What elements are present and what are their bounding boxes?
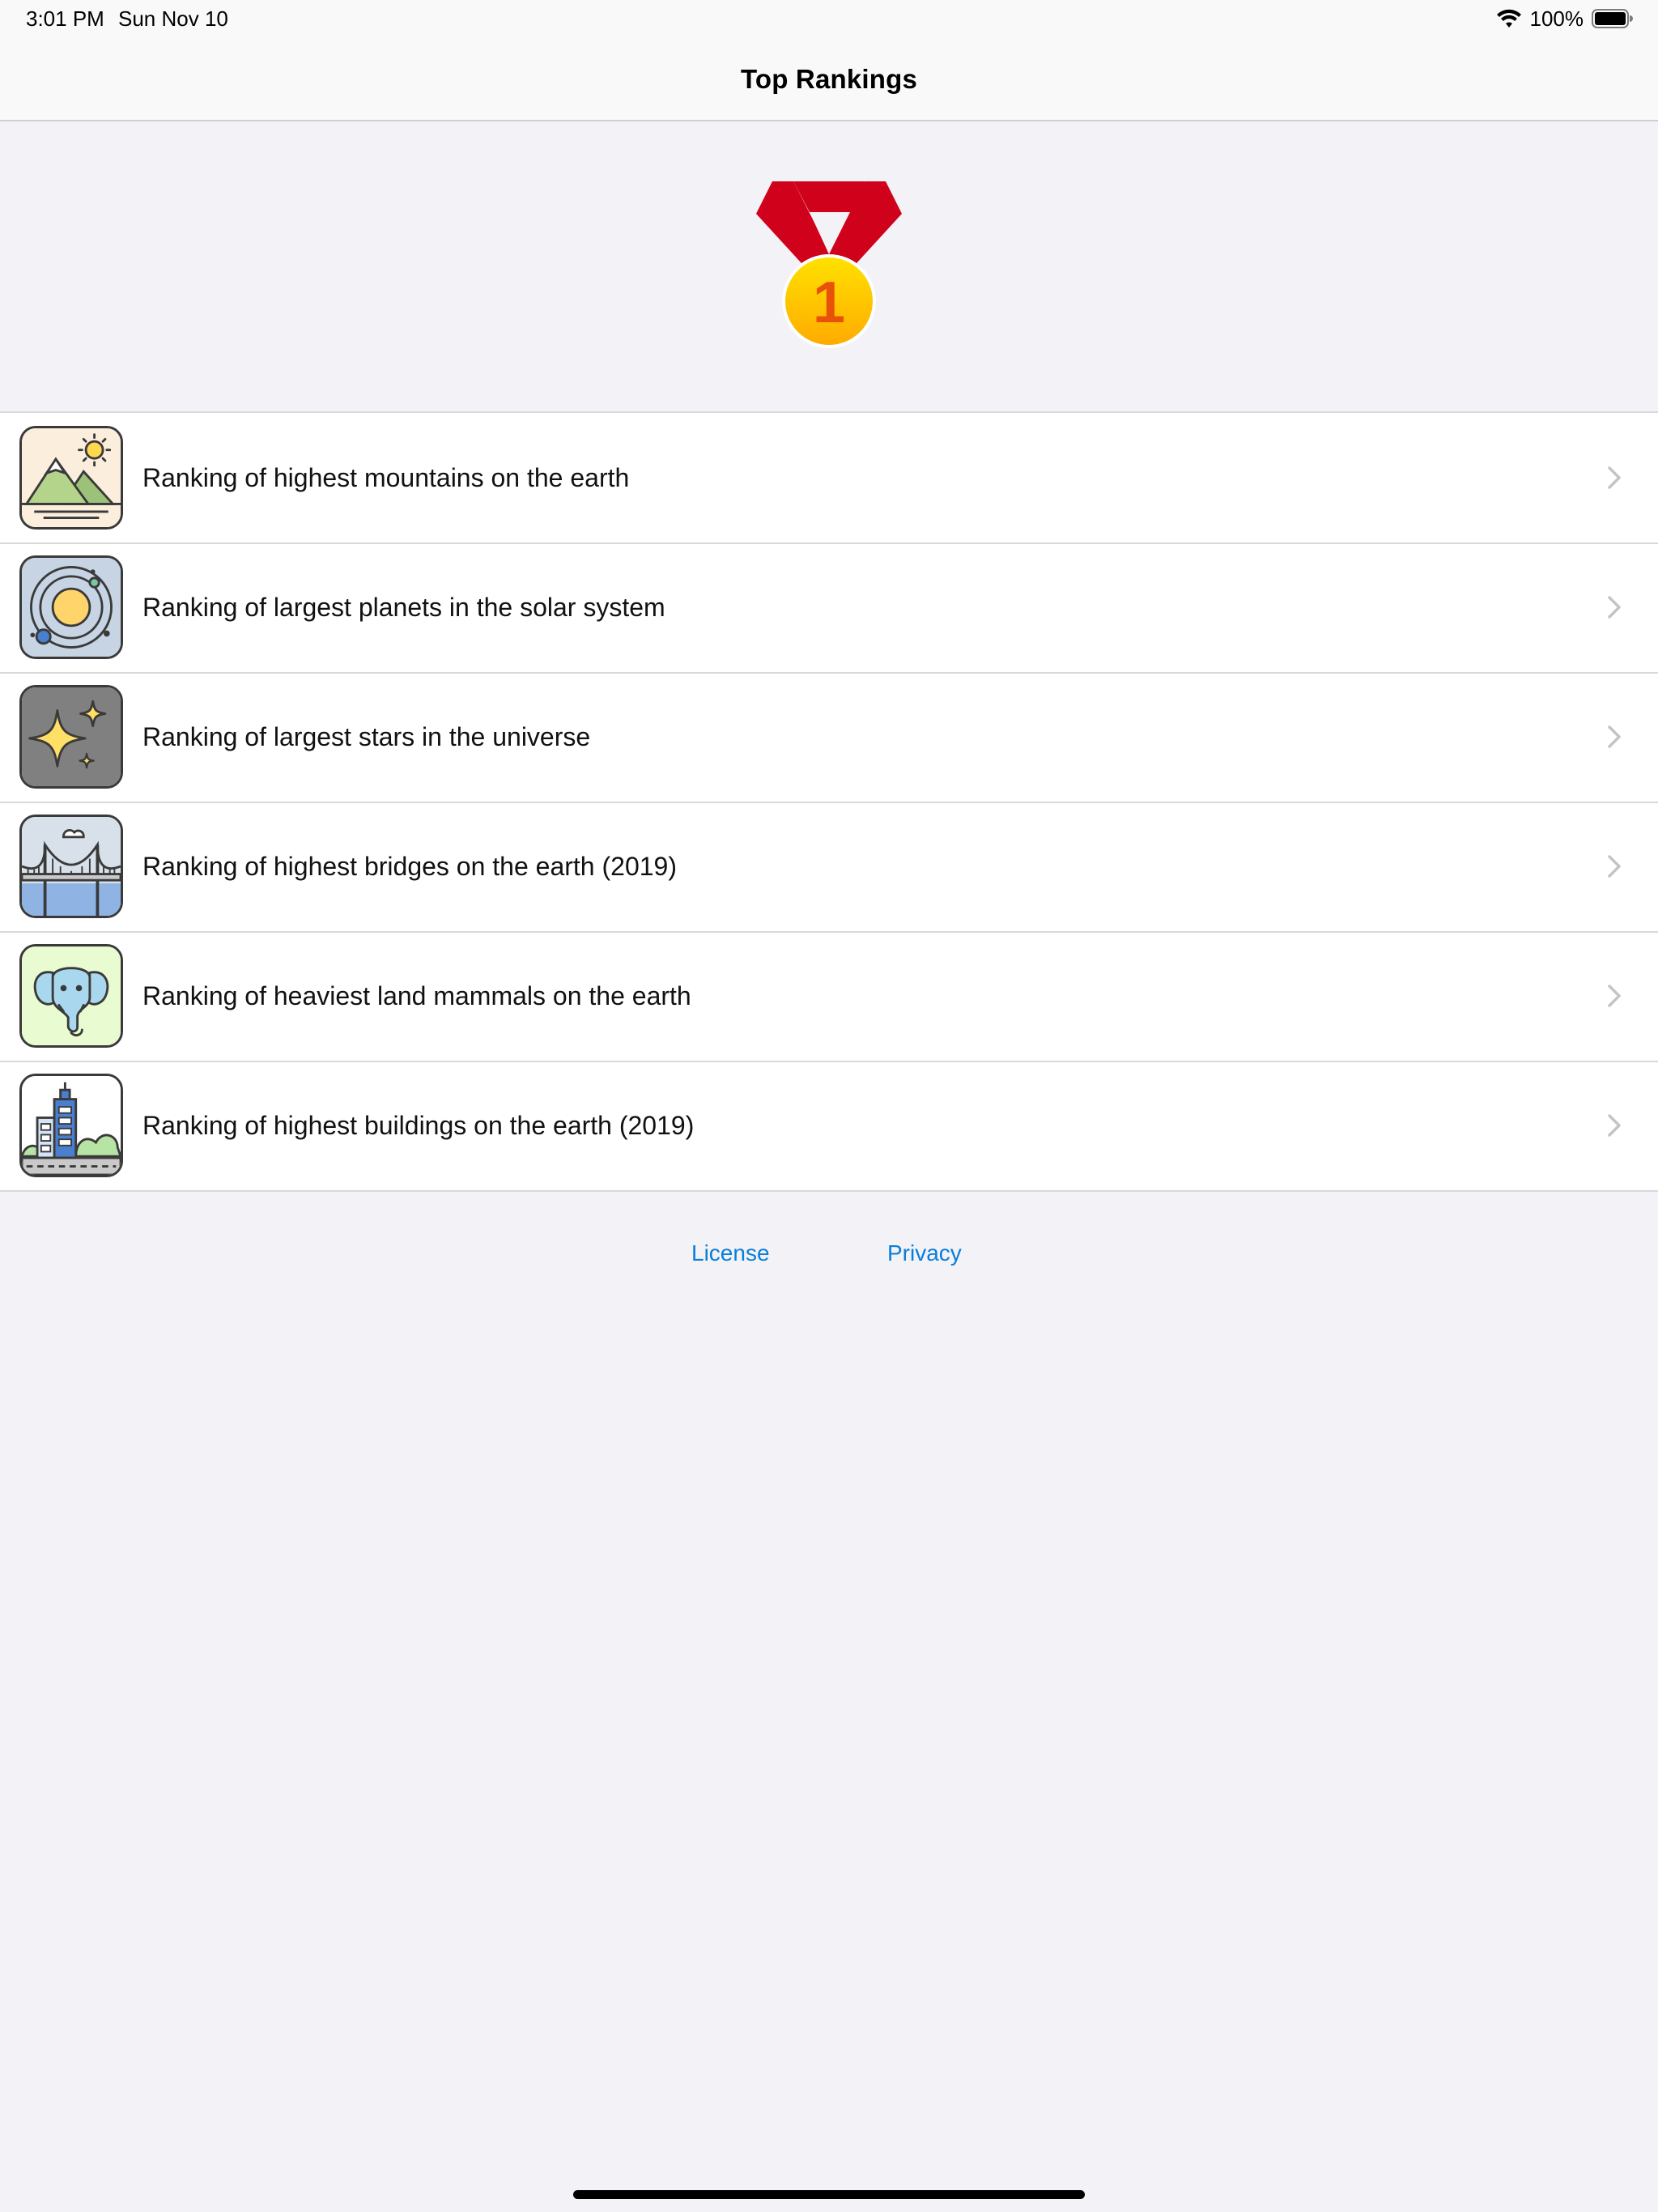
ranking-row-buildings[interactable]: Ranking of highest buildings on the eart…	[0, 1061, 1658, 1190]
rankings-list: Ranking of highest mountains on the eart…	[0, 411, 1658, 1192]
ranking-row-label: Ranking of largest planets in the solar …	[142, 593, 665, 622]
bridge-icon	[19, 815, 123, 918]
privacy-link[interactable]: Privacy	[887, 1240, 962, 1266]
wifi-icon	[1496, 9, 1521, 28]
status-bar: 3:01 PM Sun Nov 10 100%	[0, 0, 1658, 39]
ranking-row-stars[interactable]: Ranking of largest stars in the universe	[0, 672, 1658, 802]
status-right: 100%	[1496, 5, 1635, 32]
status-time: 3:01 PM	[26, 6, 104, 31]
elephant-icon	[19, 944, 123, 1048]
medal-number: 1	[813, 270, 845, 335]
battery-percent: 100%	[1529, 6, 1584, 31]
status-date: Sun Nov 10	[118, 6, 228, 31]
license-link[interactable]: License	[691, 1240, 770, 1266]
ranking-row-label: Ranking of heaviest land mammals on the …	[142, 981, 691, 1010]
building-icon	[19, 1074, 123, 1177]
ranking-row-label: Ranking of highest mountains on the eart…	[142, 463, 630, 492]
medal-graphic: 1	[756, 181, 902, 348]
ranking-row-mammals[interactable]: Ranking of heaviest land mammals on the …	[0, 931, 1658, 1061]
ranking-row-label: Ranking of highest bridges on the earth …	[142, 852, 677, 881]
chevron-right-icon	[1608, 466, 1621, 489]
battery-icon	[1592, 9, 1633, 28]
ranking-row-label: Ranking of largest stars in the universe	[142, 722, 591, 751]
chevron-right-icon	[1608, 725, 1621, 748]
chevron-right-icon	[1608, 596, 1621, 619]
home-indicator[interactable]	[573, 2190, 1085, 2199]
planet-icon	[19, 555, 123, 659]
chevron-right-icon	[1608, 985, 1621, 1007]
ranking-row-bridges[interactable]: Ranking of highest bridges on the earth …	[0, 802, 1658, 931]
gold-medal-icon: 1	[745, 177, 913, 355]
chevron-right-icon	[1608, 855, 1621, 878]
ranking-row-mountains[interactable]: Ranking of highest mountains on the eart…	[0, 413, 1658, 542]
mountain-icon	[19, 426, 123, 530]
footer-links: License Privacy	[0, 1240, 1658, 1276]
star-icon	[19, 685, 123, 789]
navigation-bar: Top Rankings	[0, 39, 1658, 121]
chevron-right-icon	[1608, 1114, 1621, 1137]
ranking-row-label: Ranking of highest buildings on the eart…	[142, 1111, 695, 1140]
ranking-row-planets[interactable]: Ranking of largest planets in the solar …	[0, 542, 1658, 672]
page-title: Top Rankings	[740, 64, 918, 94]
